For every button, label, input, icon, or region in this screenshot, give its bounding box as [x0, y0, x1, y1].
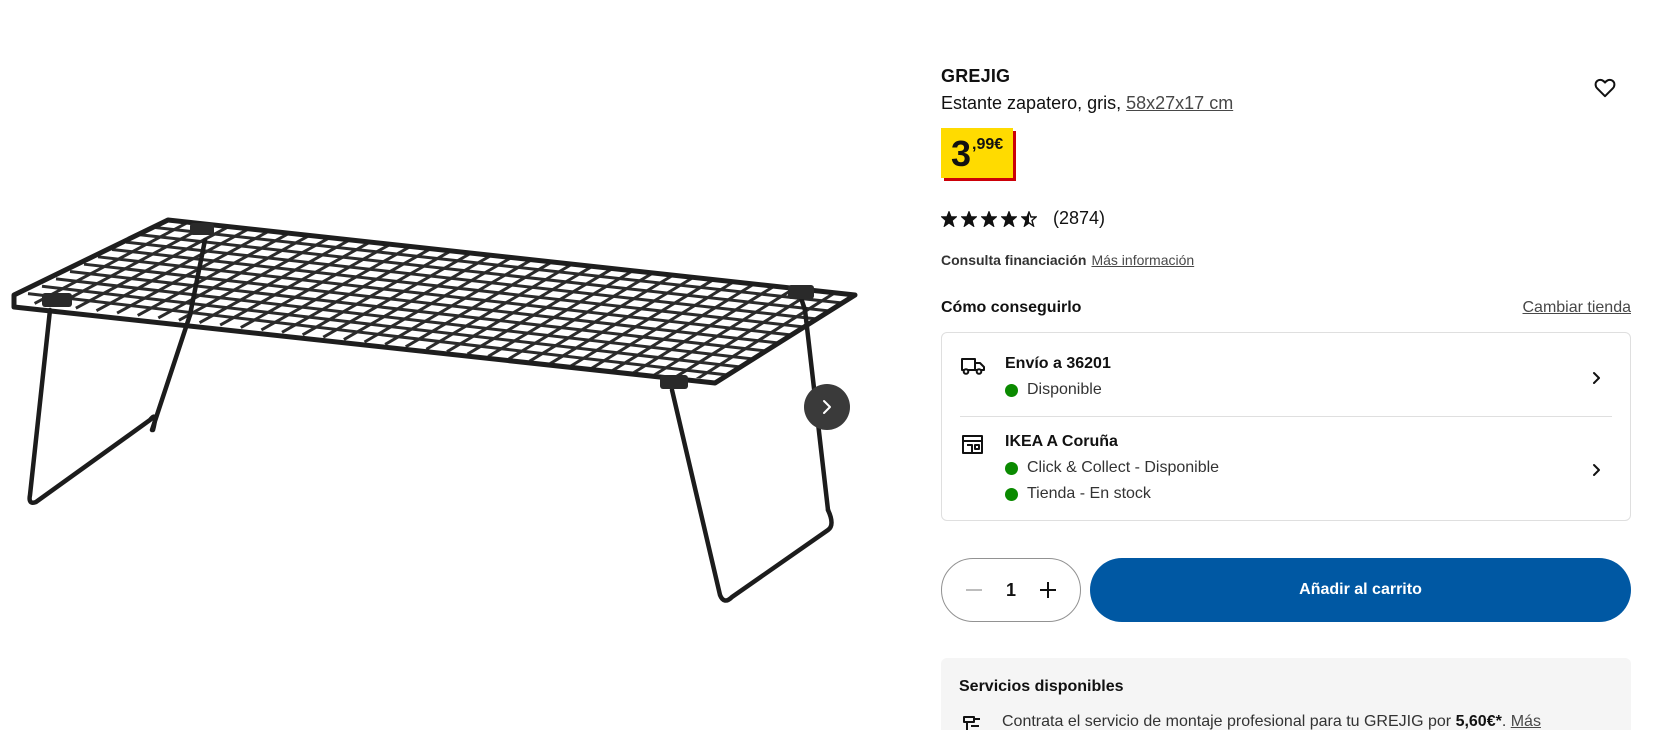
favorite-button[interactable] — [1591, 74, 1619, 102]
shipping-status-text: Disponible — [1027, 381, 1102, 398]
heart-icon — [1594, 78, 1616, 98]
product-description: Estante zapatero, gris, 58x27x17 cm — [941, 93, 1233, 114]
services-title: Servicios disponibles — [959, 678, 1124, 695]
services-box: Servicios disponibles Contrata el servic… — [941, 658, 1631, 730]
price-tag: 3 ,99€ — [941, 128, 1014, 178]
increase-quantity-button[interactable] — [1036, 578, 1060, 602]
store-title: IKEA A Coruña — [1005, 433, 1118, 450]
assembly-icon — [963, 716, 980, 730]
product-dimensions-link[interactable]: 58x27x17 cm — [1126, 93, 1233, 113]
star-icon — [961, 210, 977, 227]
shipping-option[interactable]: Envío a 36201 Disponible — [960, 351, 1612, 417]
store-stock-status: Tienda - En stock — [1005, 485, 1151, 503]
gallery-next-button[interactable] — [804, 384, 850, 430]
available-dot — [1005, 461, 1018, 475]
product-name: GREJIG — [941, 66, 1011, 86]
star-icon — [941, 210, 957, 227]
rating[interactable]: (2874) — [941, 208, 1105, 229]
product-description-text: Estante zapatero, gris, — [941, 93, 1122, 113]
product-gallery — [0, 0, 880, 730]
financing-link[interactable]: Más información — [1091, 252, 1194, 268]
minus-icon — [966, 589, 982, 591]
store-stock-text: Tienda - En stock — [1027, 485, 1151, 502]
services-description: Contrata el servicio de montaje profesio… — [1002, 713, 1541, 730]
services-text-before: Contrata el servicio de montaje profesio… — [1002, 713, 1456, 730]
store-icon — [962, 435, 983, 454]
product-panel: GREJIG Estante zapatero, gris, 58x27x17 … — [941, 0, 1631, 730]
chevron-right-icon — [1593, 464, 1600, 476]
click-collect-text: Click & Collect - Disponible — [1027, 459, 1220, 476]
financing-label: Consulta financiación — [941, 252, 1087, 268]
how-to-get-heading: Cómo conseguirlo — [941, 299, 1082, 316]
store-option[interactable]: IKEA A Coruña Click & Collect - Disponib… — [960, 429, 1612, 509]
available-dot — [1005, 383, 1018, 397]
delivery-options: Envío a 36201 Disponible IKEA A Coruña C… — [941, 332, 1631, 521]
change-store-link[interactable]: Cambiar tienda — [1523, 299, 1632, 317]
star-icon — [981, 210, 997, 227]
price-decimal: ,99€ — [972, 136, 1004, 153]
rating-count: (2874) — [1053, 208, 1106, 228]
plus-icon — [1039, 582, 1056, 598]
chevron-right-icon — [1593, 372, 1600, 384]
services-text-after: . — [1501, 713, 1511, 730]
in-stock-dot — [1005, 487, 1018, 501]
shipping-status: Disponible — [1005, 381, 1102, 399]
services-more-link[interactable]: Más — [1511, 713, 1541, 730]
price-integer: 3 — [951, 133, 972, 174]
chevron-right-icon — [823, 400, 831, 414]
rating-stars — [941, 210, 1041, 227]
add-to-cart-button[interactable]: Añadir al carrito — [1090, 558, 1631, 622]
product-image — [11, 217, 858, 603]
truck-icon — [961, 358, 985, 375]
quantity-stepper: 1 — [941, 558, 1081, 622]
decrease-quantity-button[interactable] — [962, 578, 986, 602]
click-collect-status: Click & Collect - Disponible — [1005, 459, 1219, 477]
financing-info: Consulta financiación Más información — [941, 252, 1194, 268]
quantity-value[interactable]: 1 — [1006, 580, 1016, 601]
services-price: 5,60€* — [1455, 713, 1502, 730]
shipping-title: Envío a 36201 — [1005, 355, 1111, 372]
star-icon — [1021, 210, 1037, 227]
star-icon — [1001, 210, 1017, 227]
